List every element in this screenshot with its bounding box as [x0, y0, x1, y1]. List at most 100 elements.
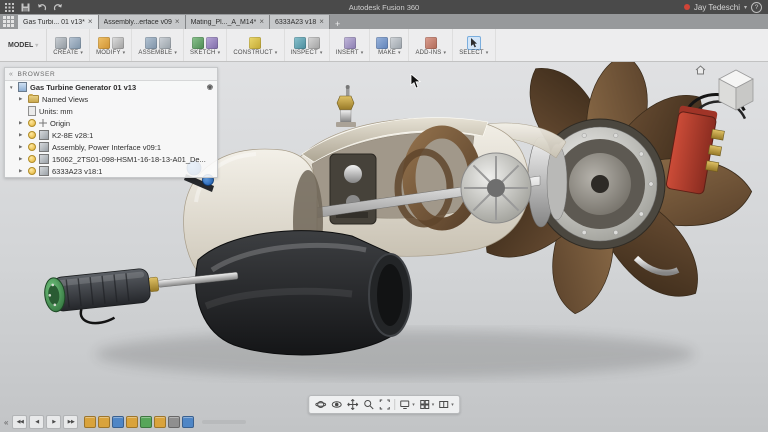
toolbar-group-make[interactable]: MAKE▾: [370, 29, 409, 61]
timeline-feature-marker[interactable]: [84, 416, 96, 428]
browser-row-component-k2[interactable]: ▶ K2-8E v28:1: [5, 129, 217, 141]
timeline-feature-marker[interactable]: [154, 416, 166, 428]
expander-icon[interactable]: ▼: [9, 85, 15, 90]
tab-gas-turbine[interactable]: Gas Turbi... 01 v13* ×: [18, 15, 99, 29]
carbon-cowl[interactable]: [196, 231, 411, 355]
new-tab-button[interactable]: +: [330, 19, 345, 29]
browser-row-named-views[interactable]: ▶ Named Views: [5, 93, 217, 105]
expander-icon[interactable]: ▶: [19, 156, 25, 162]
timeline-feature-marker[interactable]: [182, 416, 194, 428]
orbit-icon[interactable]: [314, 398, 327, 411]
expander-icon[interactable]: ▶: [19, 96, 25, 102]
tab-6333a23[interactable]: 6333A23 v18 ×: [270, 15, 330, 29]
zoom-icon[interactable]: [362, 398, 375, 411]
timeline-feature-marker[interactable]: [140, 416, 152, 428]
caret-down-icon[interactable]: ▾: [451, 402, 454, 408]
browser-collapse-icon[interactable]: «: [9, 71, 14, 78]
caret-down-icon: ▾: [80, 50, 83, 56]
browser-row-component-6333a23[interactable]: ▶ 6333A23 v18:1: [5, 165, 217, 177]
browser-row-component-assembly[interactable]: ▶ Assembly, Power Interface v09:1: [5, 141, 217, 153]
timeline-feature-marker[interactable]: [98, 416, 110, 428]
tab-label: Mating_Pl..._A_M14*: [191, 19, 257, 26]
timeline-scrollbar[interactable]: [202, 420, 246, 424]
make-3dprint-icon: [376, 37, 388, 49]
viewcube-cube-icon[interactable]: [710, 64, 762, 116]
save-icon[interactable]: [20, 2, 31, 13]
expander-icon[interactable]: ▶: [19, 132, 25, 138]
tab-close-icon[interactable]: ×: [319, 18, 324, 26]
tab-mating-plate[interactable]: Mating_Pl..._A_M14* ×: [186, 15, 270, 29]
visibility-bulb-icon[interactable]: [28, 119, 36, 127]
caret-down-icon[interactable]: ▾: [432, 402, 435, 408]
toolbar-group-sketch[interactable]: SKETCH▾: [184, 29, 227, 61]
toolbar-group-create[interactable]: CREATE▾: [47, 29, 90, 61]
titlebar: Autodesk Fusion 360 Jay Tedeschi ▾ ?: [0, 0, 768, 14]
toolbar-group-assemble[interactable]: ASSEMBLE▾: [132, 29, 184, 61]
tab-assembly-power-interface[interactable]: Assembly...erface v09 ×: [99, 15, 186, 29]
browser-row-units[interactable]: Units: mm: [5, 105, 217, 117]
caret-down-icon: ▾: [218, 50, 221, 56]
fit-view-icon[interactable]: [378, 398, 391, 411]
timeline-skip-end-button[interactable]: ▶▶: [63, 415, 78, 429]
toolbar-group-addins[interactable]: ADD-INS▾: [409, 29, 453, 61]
toolbar-group-select[interactable]: SELECT▾: [453, 29, 495, 61]
timeline-feature-marker[interactable]: [126, 416, 138, 428]
app-menu-grid-icon[interactable]: [4, 2, 15, 13]
browser-row-origin[interactable]: ▶ Origin: [5, 117, 217, 129]
help-icon[interactable]: ?: [751, 2, 762, 13]
viewcube-home-icon[interactable]: [694, 64, 707, 76]
view-indicator-icon[interactable]: ◉: [207, 83, 213, 91]
visibility-bulb-icon[interactable]: [28, 143, 36, 151]
user-name[interactable]: Jay Tedeschi: [694, 3, 740, 12]
caret-down-icon[interactable]: ▾: [412, 402, 415, 408]
workspace-caret-icon: ▾: [35, 42, 38, 49]
timeline-collapse-icon[interactable]: «: [2, 418, 10, 427]
sketch-line-icon: [206, 37, 218, 49]
expander-icon[interactable]: ▶: [19, 168, 25, 174]
measure-icon: [294, 37, 306, 49]
toolbar-group-insert[interactable]: INSERT▾: [330, 29, 371, 61]
timeline-skip-start-button[interactable]: ◀◀: [12, 415, 27, 429]
visibility-bulb-icon[interactable]: [28, 167, 36, 175]
viewport-3d[interactable]: « BROWSER ▼ Gas Turbine Generator 01 v13…: [0, 62, 768, 432]
notification-badge-icon[interactable]: [684, 4, 690, 10]
timeline-step-back-button[interactable]: ◀: [29, 415, 44, 429]
browser-row-component-15062[interactable]: ▶ 15062_2TS01-098-HSM1-16-18-13-A01_De..…: [5, 153, 217, 165]
workspace-switcher[interactable]: MODEL ▾: [0, 29, 47, 61]
tab-label: Assembly...erface v09: [104, 19, 172, 26]
expander-icon[interactable]: ▶: [19, 144, 25, 150]
group-label: INSERT: [336, 50, 359, 56]
user-menu-caret-icon[interactable]: ▾: [744, 4, 747, 11]
row-label: Units: mm: [39, 107, 73, 116]
viewports-icon[interactable]: [437, 398, 450, 411]
toolbar-group-inspect[interactable]: INSPECT▾: [285, 29, 330, 61]
undo-icon[interactable]: [36, 2, 47, 13]
visibility-bulb-icon[interactable]: [28, 131, 36, 139]
toolbar-group-modify[interactable]: MODIFY▾: [90, 29, 132, 61]
navigation-bar: ▾ ▾ ▾: [308, 395, 460, 414]
browser-root-row[interactable]: ▼ Gas Turbine Generator 01 v13 ◉: [5, 81, 217, 93]
group-label: SKETCH: [190, 50, 216, 56]
timeline-feature-marker[interactable]: [168, 416, 180, 428]
tab-close-icon[interactable]: ×: [88, 18, 93, 26]
toolbar-group-construct[interactable]: CONSTRUCT▾: [227, 29, 284, 61]
caret-down-icon: ▾: [444, 50, 447, 56]
titlebar-right-tools: Jay Tedeschi ▾ ?: [684, 2, 768, 13]
grid-settings-icon[interactable]: [418, 398, 431, 411]
browser-panel: « BROWSER ▼ Gas Turbine Generator 01 v13…: [4, 67, 218, 178]
timeline-feature-marker[interactable]: [112, 416, 124, 428]
fuel-valve[interactable]: [336, 85, 356, 127]
timeline-play-button[interactable]: ▶: [46, 415, 61, 429]
visibility-bulb-icon[interactable]: [28, 155, 36, 163]
tab-close-icon[interactable]: ×: [259, 18, 264, 26]
expander-icon[interactable]: ▶: [19, 120, 25, 126]
component-icon: [39, 166, 49, 176]
tab-close-icon[interactable]: ×: [175, 18, 180, 26]
row-label: Named Views: [42, 95, 88, 104]
viewcube[interactable]: [694, 64, 762, 116]
pan-icon[interactable]: [346, 398, 359, 411]
data-panel-toggle-icon[interactable]: [3, 16, 14, 27]
display-settings-icon[interactable]: [398, 398, 411, 411]
look-at-icon[interactable]: [330, 398, 343, 411]
redo-icon[interactable]: [52, 2, 63, 13]
